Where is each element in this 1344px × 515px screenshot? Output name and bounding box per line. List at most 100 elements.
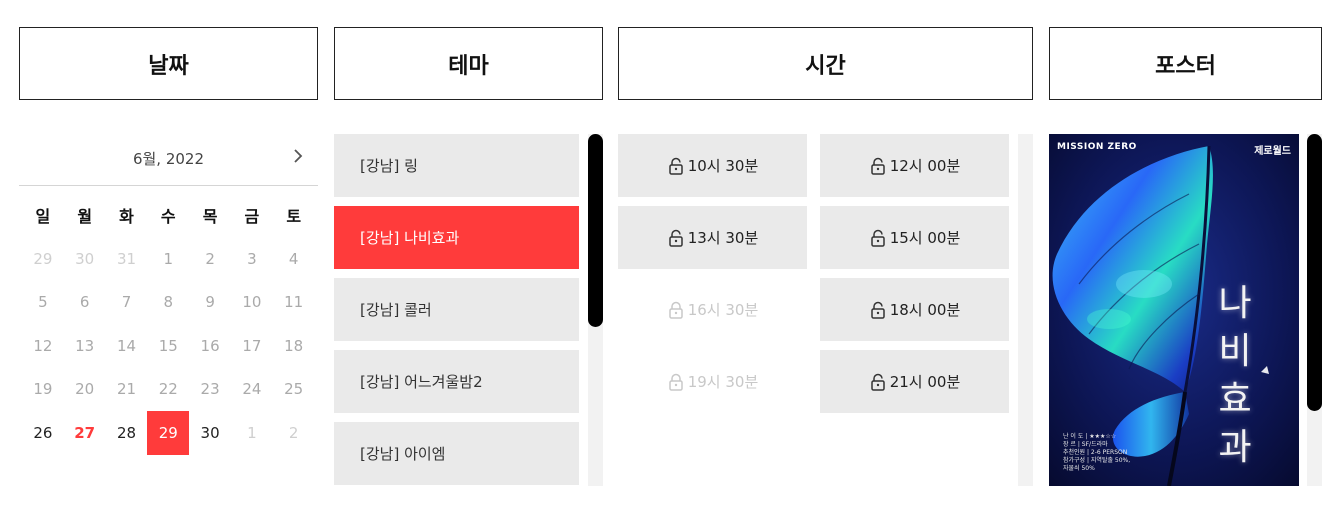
calendar-nav: 6월, 2022 [19, 134, 318, 186]
poster-title-char: 과 [1218, 427, 1252, 468]
calendar-day[interactable]: 26 [22, 411, 64, 455]
calendar-day: 8 [163, 293, 174, 312]
calendar-day: 3 [247, 249, 257, 268]
poster-info-line: 참가구성 | 지역탈출 50%, [1063, 457, 1131, 464]
time-slot-label: 21시 00분 [889, 373, 961, 391]
lock-icon [667, 373, 685, 391]
poster-info-line: 추천인원 | 2-6 PERSON [1063, 449, 1128, 456]
time-row: 10시 30분 12시 00분 [618, 134, 1009, 197]
next-month-chevron-icon[interactable] [292, 148, 304, 168]
time-slot-label: 19시 30분 [687, 373, 759, 391]
theme-item-label: [강남] 아이엠 [360, 445, 446, 463]
unlock-icon [667, 157, 685, 175]
calendar-week-row: 5 6 7 8 9 10 11 [22, 281, 315, 325]
calendar-week-row: 26 27 28 29 30 1 2 [22, 411, 315, 455]
calendar-day: 5 [38, 293, 48, 312]
time-slot[interactable]: 15시 00분 [820, 206, 1009, 269]
theme-item-label: [강남] 어느겨울밤2 [360, 373, 483, 391]
calendar-day[interactable]: 29 [147, 411, 190, 455]
theme-item[interactable]: [강남] 어느겨울밤2 [334, 350, 579, 413]
time-slot: 16시 30분 [618, 278, 807, 341]
calendar-week-row: 12 13 14 15 16 17 18 [22, 324, 315, 368]
calendar-week-row: 29 30 31 1 2 3 4 [22, 237, 315, 281]
time-slot-label: 12시 00분 [889, 157, 961, 175]
calendar-day: 9 [205, 293, 215, 312]
theme-item[interactable]: [강남] 링 [334, 134, 579, 197]
weekday-label: 수 [160, 207, 176, 226]
header-poster: 포스터 [1049, 27, 1322, 100]
theme-item[interactable]: [강남] 나비효과 [334, 206, 579, 269]
calendar-day: 24 [242, 380, 262, 399]
weekday-label: 금 [244, 207, 260, 226]
calendar-day: 2 [205, 249, 215, 268]
time-row: 19시 30분 21시 00분 [618, 350, 1009, 413]
poster-info: 난 이 도 | ★★★☆☆ 장 르 | SF/드라마 추천인원 | 2-6 PERS… [1063, 433, 1130, 473]
poster-info-line: 난 이 도 | ★★★☆☆ [1063, 433, 1117, 440]
weekday-label: 화 [119, 207, 134, 226]
calendar-day: 30 [75, 249, 95, 268]
poster-logo-right: 제로월드 [1254, 146, 1291, 157]
unlock-icon [869, 229, 887, 247]
lock-icon [667, 301, 685, 319]
calendar-day: 21 [116, 380, 137, 399]
unlock-icon [869, 157, 887, 175]
calendar-day: 6 [79, 293, 90, 312]
calendar-day: 25 [284, 380, 304, 399]
calendar-day: 12 [33, 336, 53, 355]
calendar-day: 15 [158, 336, 178, 355]
poster-scrollbar-thumb[interactable] [1307, 134, 1322, 411]
theme-item[interactable]: [강남] 아이엠 [334, 422, 579, 485]
calendar-weekday-row: 일월화수목금토 [22, 197, 315, 237]
calendar-day: 1 [247, 423, 257, 442]
time-slot: 19시 30분 [618, 350, 807, 413]
theme-item-label: [강남] 나비효과 [360, 229, 460, 247]
poster-title: 나비효과 [1215, 280, 1255, 472]
weekday-label: 목 [202, 207, 218, 226]
time-slot[interactable]: 12시 00분 [820, 134, 1009, 197]
calendar-week-row: 19 20 21 22 23 24 25 [22, 368, 315, 412]
calendar-day: 13 [75, 336, 95, 355]
poster-image: MISSION ZERO 제로월드 나비효과 난 이 도 | ★★★☆☆ 장 르 … [1049, 134, 1299, 486]
theme-item-label: [강남] 링 [360, 157, 418, 175]
time-slot-label: 15시 00분 [889, 229, 961, 247]
theme-list: [강남] 링 [강남] 나비효과 [강남] 콜러 [강남] 어느겨울밤2 [강남] 아이… [334, 134, 579, 486]
weekday-label: 일 [35, 207, 51, 226]
calendar-day: 14 [116, 336, 137, 355]
time-grid: 10시 30분 12시 00분 13시 30분 15시 00분 16시 30분 18시 0… [618, 134, 1009, 422]
calendar-day: 31 [116, 249, 137, 268]
header-time: 시간 [618, 27, 1033, 100]
time-slot[interactable]: 18시 00분 [820, 278, 1009, 341]
poster-title-char: 효 [1218, 379, 1252, 420]
unlock-icon [869, 373, 887, 391]
time-slot-label: 18시 00분 [889, 301, 961, 319]
poster-info-line: 자물쇠 50% [1063, 465, 1095, 472]
time-slot-label: 10시 30분 [687, 157, 759, 175]
calendar-day: 17 [242, 336, 262, 355]
poster-logo-left: MISSION ZERO [1057, 142, 1137, 152]
header-date: 날짜 [19, 27, 318, 100]
calendar-day: 7 [121, 293, 132, 312]
calendar-grid: 일 월 화 수 목 금 토 29 30 31 1 2 3 4 5 6 7 8 9 10 11 12 13 14 15 16 17 18… [22, 197, 315, 455]
poster-info-line: 장 르 | SF/드라마 [1063, 441, 1108, 448]
theme-item[interactable]: [강남] 콜러 [334, 278, 579, 341]
theme-scrollbar-thumb[interactable] [588, 134, 603, 327]
time-slot[interactable]: 13시 30분 [618, 206, 807, 269]
calendar-day[interactable]: 28 [106, 411, 148, 455]
header-theme: 테마 [334, 27, 603, 100]
unlock-icon [869, 301, 887, 319]
calendar-day: 23 [200, 380, 220, 399]
calendar: 6월, 2022 일 월 화 수 목 금 토 29 30 31 1 2 3 4 5 6 7 8 9 10 11 12 13 1… [19, 134, 318, 455]
calendar-day[interactable]: 27 [64, 411, 106, 455]
time-slot-label: 13시 30분 [687, 229, 759, 247]
calendar-day[interactable]: 30 [189, 411, 231, 455]
calendar-day: 29 [33, 249, 53, 268]
calendar-day: 19 [33, 380, 53, 399]
poster-title-char: 나 [1218, 283, 1252, 324]
calendar-day: 16 [200, 336, 220, 355]
time-slot[interactable]: 10시 30분 [618, 134, 807, 197]
time-row: 13시 30분 15시 00분 [618, 206, 1009, 269]
calendar-day: 1 [163, 249, 174, 268]
time-scrollbar-track[interactable] [1018, 134, 1033, 486]
time-slot[interactable]: 21시 00분 [820, 350, 1009, 413]
calendar-day: 22 [158, 380, 178, 399]
